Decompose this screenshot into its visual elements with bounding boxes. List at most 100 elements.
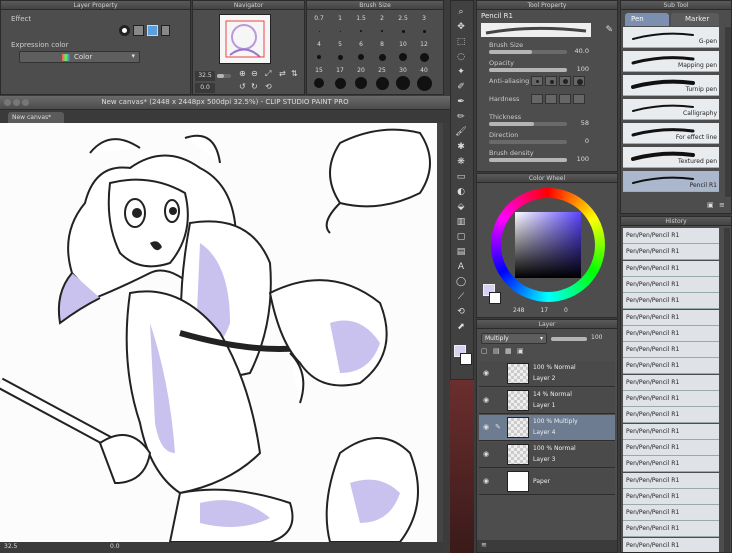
tool-property-slider[interactable] <box>489 158 567 162</box>
brush-size-option[interactable]: 1.5 <box>351 13 371 38</box>
anti-aliasing-option[interactable] <box>559 76 571 86</box>
history-item[interactable]: Pen/Pen/Pencil R1 <box>623 407 719 424</box>
navigator-angle-field[interactable]: 0.0 <box>195 83 215 93</box>
lasso-icon[interactable]: ◌ <box>454 50 468 64</box>
history-scrollbar[interactable] <box>724 228 730 552</box>
zoom-icon[interactable]: ⌕ <box>454 5 468 19</box>
sub-tool-item[interactable]: Calligraphy <box>623 99 719 120</box>
layer-row[interactable]: ◉ 100 % Normal Layer 3 <box>479 442 615 468</box>
sub-tool-scrollbar[interactable] <box>725 27 731 197</box>
sub-tool-settings-icon[interactable]: ▣ <box>707 201 714 209</box>
history-item[interactable]: Pen/Pen/Pencil R1 <box>623 521 719 538</box>
tool-property-slider[interactable] <box>489 122 567 126</box>
brush-size-option[interactable]: 4 <box>309 39 329 64</box>
eye-icon[interactable]: ◉ <box>483 423 489 431</box>
clip-icon[interactable]: ▤ <box>493 347 500 355</box>
ruler-icon[interactable]: ⟋ <box>454 290 468 304</box>
history-item[interactable]: Pen/Pen/Pencil R1 <box>623 391 719 407</box>
history-item[interactable]: Pen/Pen/Pencil R1 <box>623 276 719 293</box>
mask-icon[interactable]: ▣ <box>517 347 524 355</box>
tool-property-slider[interactable] <box>489 68 567 72</box>
tool-property-value[interactable]: 0 <box>569 137 589 145</box>
gradient-icon[interactable]: ▥ <box>454 215 468 229</box>
figure-icon[interactable]: ▢ <box>454 230 468 244</box>
hardness-option[interactable] <box>545 94 557 104</box>
navigator-zoom-slider[interactable] <box>217 74 231 78</box>
brush-size-option[interactable]: 40 <box>414 65 434 91</box>
color-preview-sub[interactable] <box>489 292 501 304</box>
layer-row[interactable]: ◉ 100 % Normal Layer 2 <box>479 361 615 387</box>
tab-marker[interactable]: Marker <box>671 13 719 26</box>
history-item[interactable]: Pen/Pen/Pencil R1 <box>623 309 719 326</box>
tool-property-value[interactable]: 100 <box>569 65 589 73</box>
expression-color-select[interactable]: Color ▾ <box>19 51 140 63</box>
anti-aliasing-option[interactable] <box>531 76 543 86</box>
brush-size-option[interactable]: 30 <box>393 65 413 90</box>
navigator-preview[interactable] <box>219 14 271 64</box>
brush-size-option[interactable]: 0.7 <box>309 13 329 38</box>
brush-icon[interactable]: 🖌 <box>454 125 468 139</box>
auto-select-icon[interactable]: ✦ <box>454 65 468 79</box>
fill-icon[interactable]: ⬙ <box>454 200 468 214</box>
status-angle[interactable]: 0.0 <box>110 543 120 550</box>
brush-size-option[interactable]: 5 <box>330 39 350 64</box>
anti-aliasing-option[interactable] <box>573 76 585 86</box>
sub-tool-menu-icon[interactable]: ≡ <box>719 201 725 209</box>
pen-icon[interactable]: ✒ <box>454 95 468 109</box>
correct-icon[interactable]: ⟲ <box>454 305 468 319</box>
navigator-zoom-field[interactable]: 32.5 <box>195 71 215 81</box>
zoom-out-icon[interactable]: ⊖ <box>251 69 258 78</box>
blend-mode-select[interactable]: Multiply ▾ <box>481 333 547 344</box>
rotate-left-icon[interactable]: ↺ <box>239 82 246 91</box>
brush-size-option[interactable]: 8 <box>372 39 392 64</box>
blend-icon[interactable]: ◐ <box>454 185 468 199</box>
hue-ring[interactable] <box>491 188 605 302</box>
history-item[interactable]: Pen/Pen/Pencil R1 <box>623 342 719 359</box>
flip-icon[interactable]: ⇄ <box>279 69 286 78</box>
zoom-in-icon[interactable]: ⊕ <box>239 69 246 78</box>
sub-tool-item[interactable]: Turnip pen <box>623 75 719 96</box>
tool-property-slider[interactable] <box>489 50 567 54</box>
history-item[interactable]: Pen/Pen/Pencil R1 <box>623 472 719 489</box>
pencil-icon[interactable]: ✏ <box>454 110 468 124</box>
fit-icon[interactable]: ⤢ <box>265 69 271 79</box>
sub-tool-item[interactable]: For effect line <box>623 123 719 144</box>
eye-icon[interactable]: ◉ <box>483 477 489 485</box>
saturation-value-square[interactable] <box>515 212 581 278</box>
sub-tool-item[interactable]: Mapping pen <box>623 51 719 72</box>
history-item[interactable]: Pen/Pen/Pencil R1 <box>623 423 719 440</box>
move-icon[interactable]: ✥ <box>454 20 468 34</box>
tool-property-slider[interactable] <box>489 140 567 144</box>
airbrush-icon[interactable]: ✱ <box>454 140 468 154</box>
object-icon[interactable]: ⬈ <box>454 320 468 334</box>
canvas-area[interactable] <box>0 123 443 542</box>
tool-property-value[interactable]: 58 <box>569 119 589 127</box>
brush-size-option[interactable]: 2.5 <box>393 13 413 38</box>
effect-gray-icon[interactable] <box>133 25 144 36</box>
layer-row[interactable]: ◉ 14 % Normal Layer 1 <box>479 388 615 414</box>
expression-color-icon[interactable] <box>147 25 158 36</box>
brush-size-option[interactable]: 17 <box>330 65 350 90</box>
tab-pen[interactable]: Pen <box>625 13 669 26</box>
sub-tool-item[interactable]: Pencil R1 <box>623 171 719 192</box>
effect-list-icon[interactable] <box>161 25 170 36</box>
layer-opacity-slider[interactable] <box>551 337 587 341</box>
history-item[interactable]: Pen/Pen/Pencil R1 <box>623 456 719 473</box>
brush-size-option[interactable]: 20 <box>351 65 371 90</box>
brush-size-option[interactable]: 1 <box>330 13 350 38</box>
reference-icon[interactable]: ▦ <box>505 347 512 355</box>
hardness-option[interactable] <box>573 94 585 104</box>
lock-icon[interactable]: ▢ <box>481 347 488 355</box>
eye-icon[interactable]: ◉ <box>483 396 489 404</box>
new-layer-icon[interactable]: ≋ <box>481 541 487 549</box>
frame-icon[interactable]: ▤ <box>454 245 468 259</box>
brush-size-option[interactable]: 25 <box>372 65 392 90</box>
select-icon[interactable]: ⬚ <box>454 35 468 49</box>
history-item[interactable]: Pen/Pen/Pencil R1 <box>623 374 719 391</box>
reset-rotate-icon[interactable]: ⟲ <box>265 82 272 91</box>
sub-tool-item[interactable]: G-pen <box>623 27 719 48</box>
history-item[interactable]: Pen/Pen/Pencil R1 <box>623 439 719 456</box>
history-item[interactable]: Pen/Pen/Pencil R1 <box>623 537 719 552</box>
brush-size-option[interactable]: 15 <box>309 65 329 90</box>
tool-property-value[interactable]: 40.0 <box>569 47 589 55</box>
